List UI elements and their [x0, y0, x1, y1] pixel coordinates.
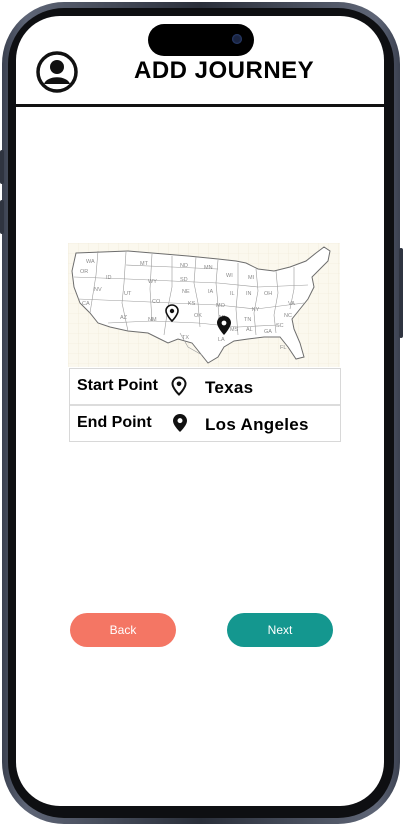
map-label-az: AZ	[120, 315, 128, 321]
map-label-nd: ND	[180, 263, 188, 269]
map-label-wy: WY	[148, 279, 157, 285]
end-point-value[interactable]: Los Angeles	[205, 415, 309, 435]
page-title: ADD JOURNEY	[134, 57, 315, 84]
map-label-mn: MN	[204, 265, 213, 271]
map-label-id: ID	[106, 275, 112, 281]
start-point-row[interactable]: Start Point Texas	[70, 369, 340, 404]
volume-up-button	[0, 150, 4, 184]
map-label-sd: SD	[180, 277, 188, 283]
map-label-ga: GA	[264, 329, 272, 335]
map-label-in: IN	[246, 291, 252, 297]
volume-down-button	[0, 200, 4, 234]
map-label-mt: MT	[140, 261, 149, 267]
map-label-ky: KY	[252, 307, 260, 313]
map-label-nc: NC	[284, 313, 292, 319]
map-label-ok: OK	[194, 313, 202, 319]
map-label-nm: NM	[148, 317, 157, 323]
map-label-oh: OH	[264, 291, 272, 297]
map-label-al: AL	[246, 327, 253, 333]
map-label-tx: TX	[182, 335, 189, 341]
power-button	[399, 248, 403, 338]
map-label-ca: CA	[82, 301, 90, 307]
map-pin-outline-icon	[171, 376, 187, 396]
map-label-ks: KS	[188, 301, 196, 307]
map-label-ia: IA	[208, 289, 214, 295]
end-point-label: End Point	[77, 414, 152, 431]
next-button[interactable]: Next	[227, 613, 333, 647]
us-map-graphic: WA MT ND MN OR ID WY SD WI MI NV UT NE I…	[68, 243, 340, 367]
us-map[interactable]: WA MT ND MN OR ID WY SD WI MI NV UT NE I…	[68, 243, 340, 367]
map-label-wa: WA	[86, 259, 95, 265]
map-label-co: CO	[152, 299, 161, 305]
map-label-wi: WI	[226, 273, 233, 279]
map-pin-solid-icon	[173, 414, 187, 432]
map-label-va: VA	[288, 301, 295, 307]
map-label-fl: FL	[280, 345, 286, 351]
start-point-label: Start Point	[77, 377, 158, 394]
map-label-ut: UT	[124, 291, 132, 297]
map-label-mi: MI	[248, 275, 255, 281]
end-point-row[interactable]: End Point Los Angeles	[70, 404, 340, 441]
map-label-or: OR	[80, 269, 88, 275]
map-label-la: LA	[218, 337, 225, 343]
map-label-il: IL	[230, 291, 235, 297]
app-screen: ADD JOURNEY WA MT ND MN OR ID WY SD WI M…	[16, 16, 384, 806]
back-button[interactable]: Back	[70, 613, 176, 647]
front-camera	[232, 34, 242, 44]
user-circle-icon[interactable]	[36, 51, 78, 93]
map-label-sc: SC	[276, 323, 284, 329]
dynamic-island	[148, 24, 254, 56]
map-label-tn: TN	[244, 317, 251, 323]
map-label-mo: MO	[216, 303, 226, 309]
start-point-value[interactable]: Texas	[205, 378, 253, 398]
map-label-ms: MS	[230, 327, 239, 333]
map-label-ne: NE	[182, 289, 190, 295]
journey-points-table: Start Point Texas End Point Los Angeles	[69, 368, 341, 442]
map-label-nv: NV	[94, 287, 102, 293]
